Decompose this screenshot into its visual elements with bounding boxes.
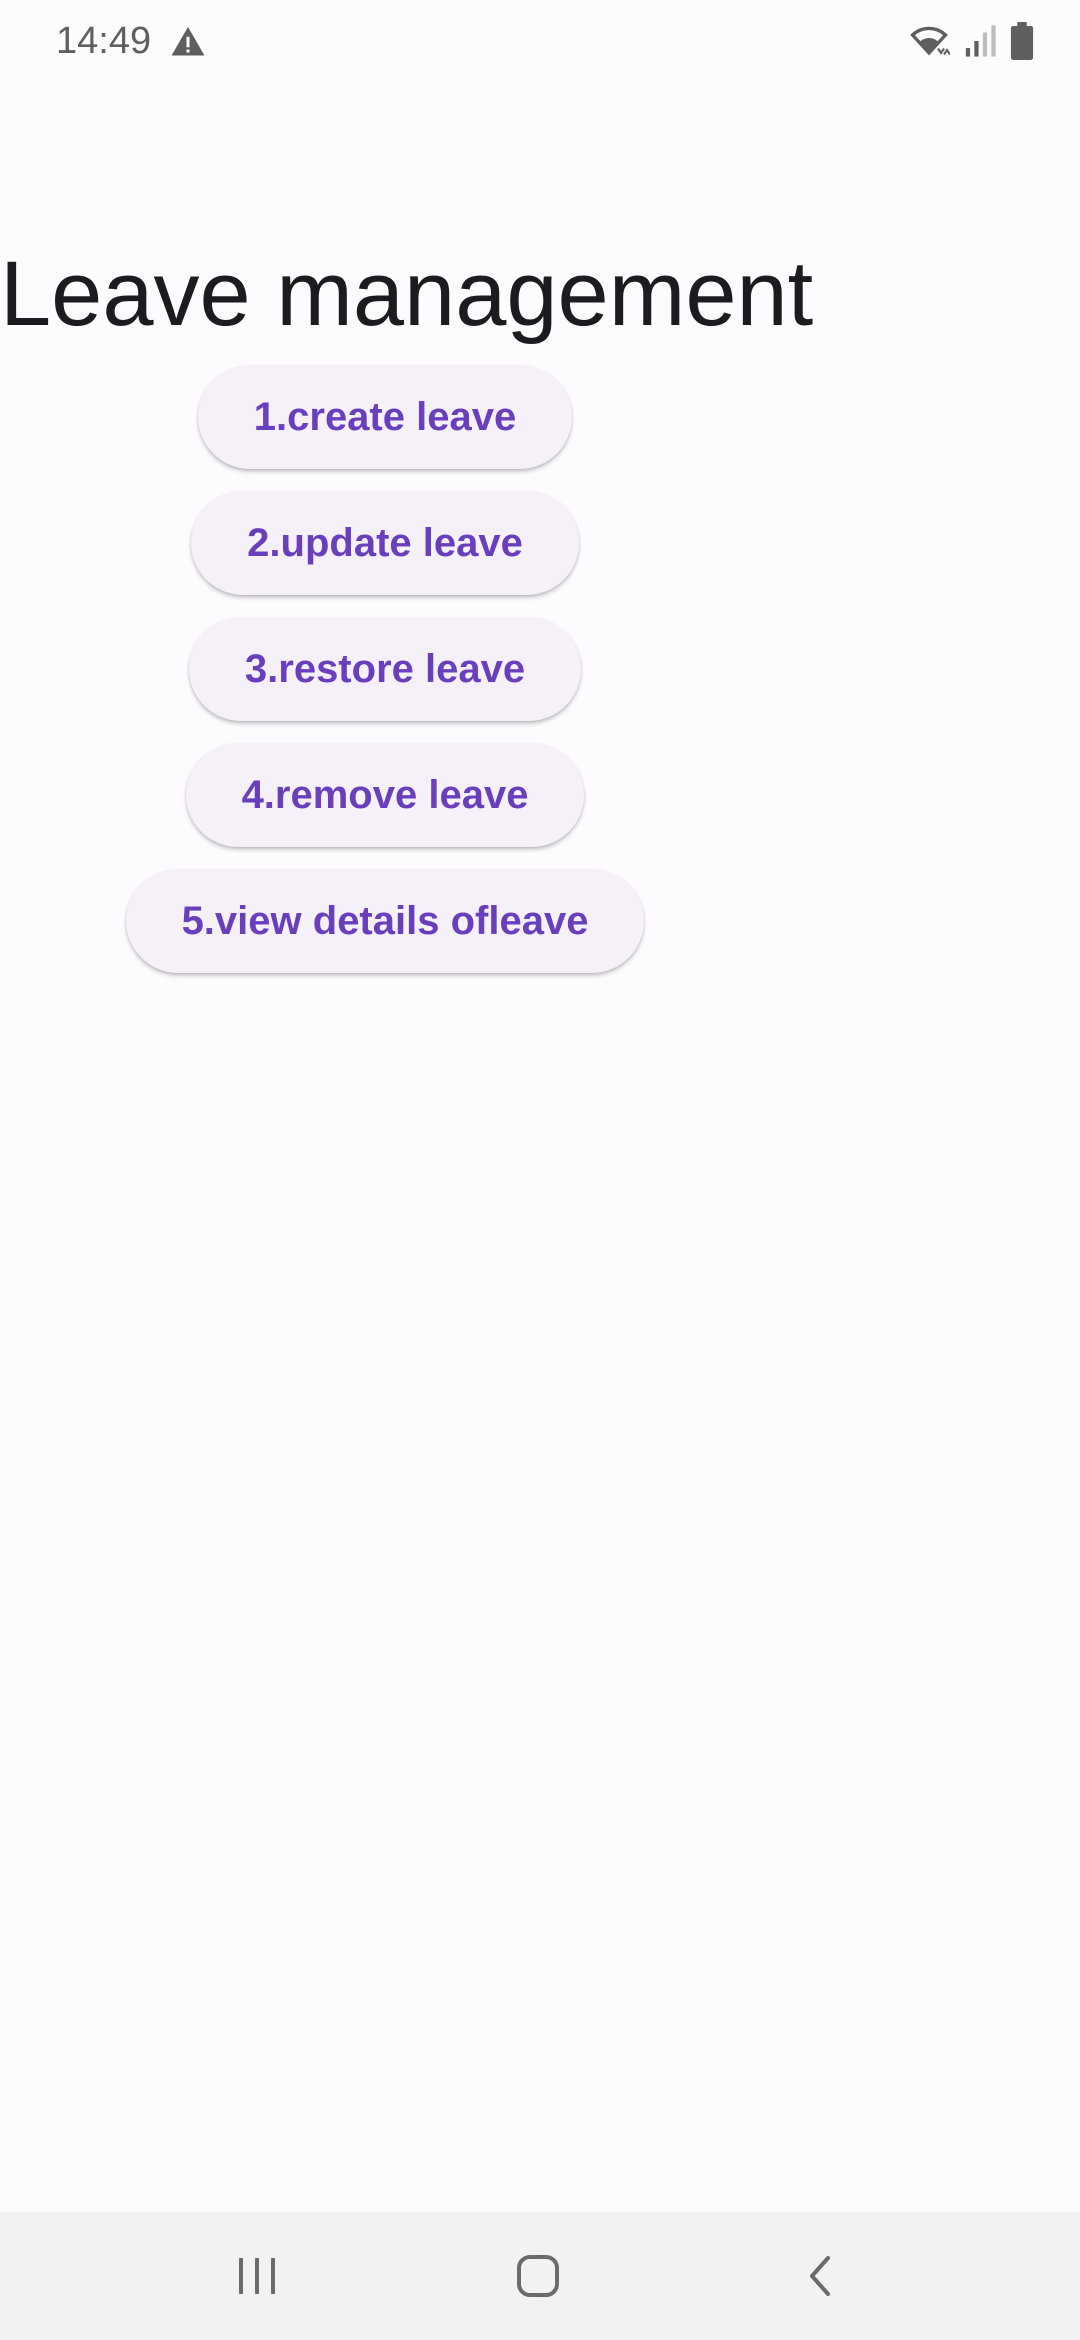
cellular-signal-icon [964, 24, 996, 63]
remove-leave-button[interactable]: 4.remove leave [185, 743, 585, 847]
recent-apps-icon[interactable] [218, 2236, 298, 2316]
status-time: 14:49 [56, 20, 152, 62]
status-bar: 14:49 [0, 0, 1080, 88]
system-navigation-bar [0, 2212, 1080, 2340]
page-title: Leave management [0, 243, 814, 345]
status-icons [908, 21, 1034, 65]
update-leave-button[interactable]: 2.update leave [191, 491, 579, 595]
leave-menu: 1.create leave 2.update leave 3.restore … [0, 365, 770, 995]
home-icon[interactable] [498, 2236, 578, 2316]
wifi-icon [908, 23, 951, 64]
warning-triangle-icon [170, 24, 206, 60]
view-leave-details-button[interactable]: 5.view details ofleave [125, 869, 645, 973]
restore-leave-button[interactable]: 3.restore leave [188, 617, 582, 721]
create-leave-button[interactable]: 1.create leave [197, 365, 573, 469]
battery-icon [1010, 21, 1034, 65]
back-icon[interactable] [780, 2236, 860, 2316]
